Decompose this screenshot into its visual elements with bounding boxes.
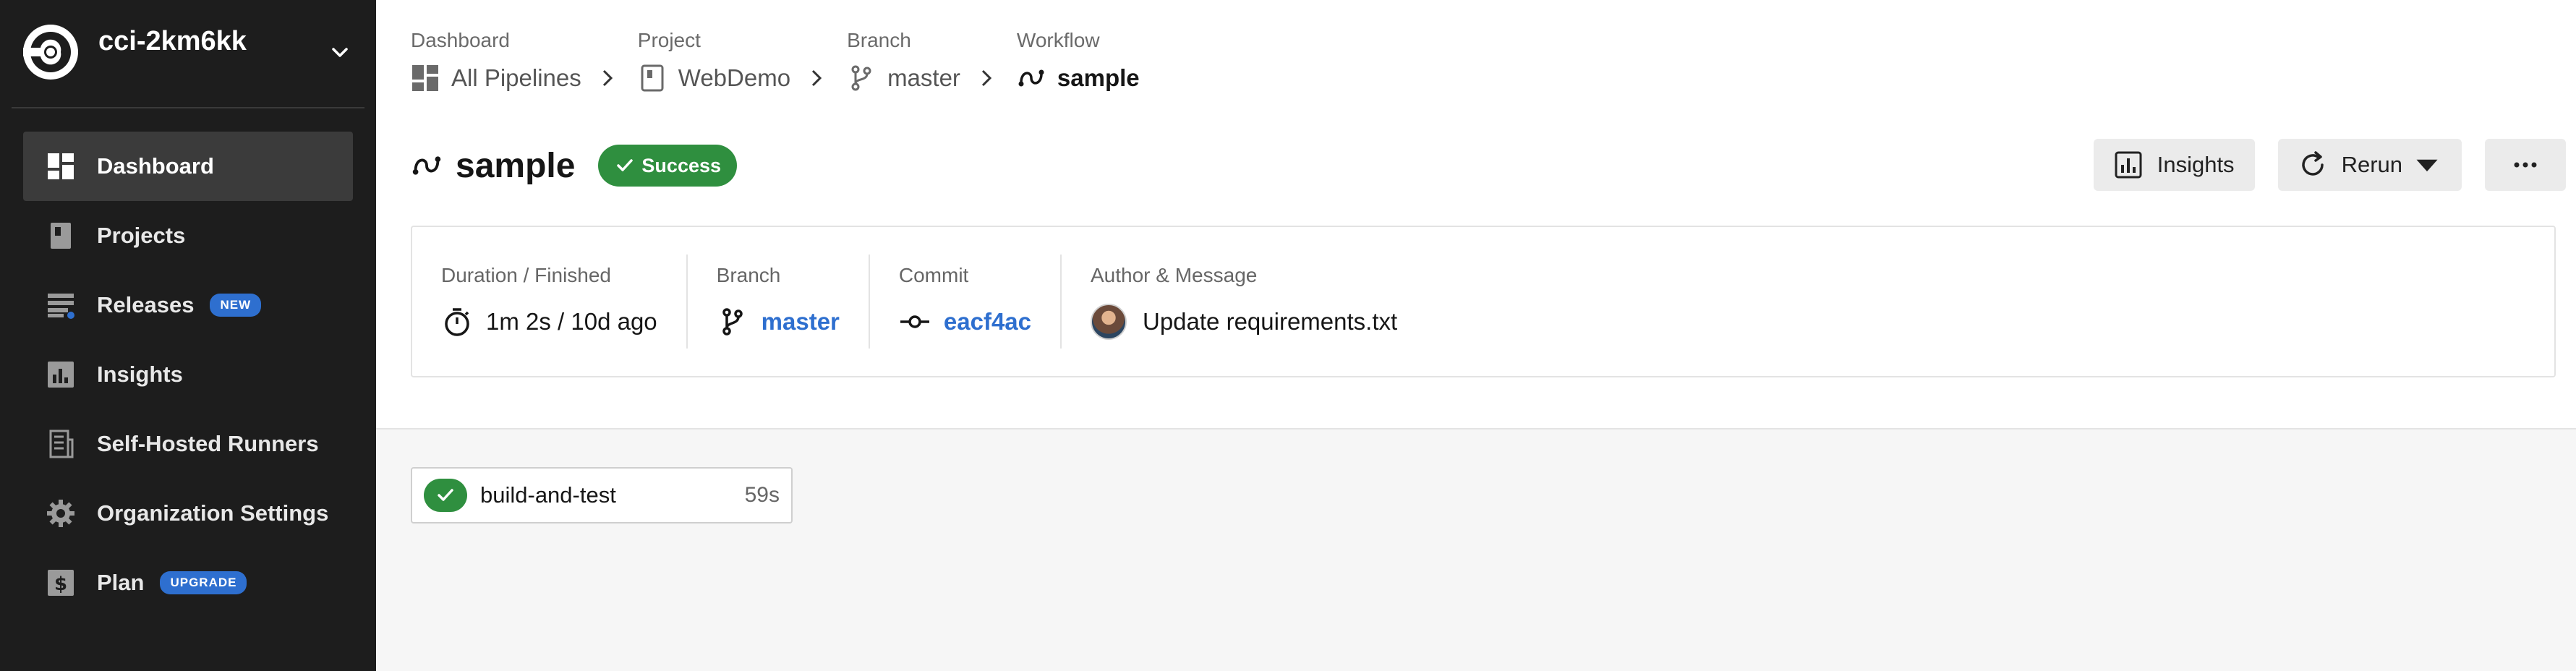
gear-icon xyxy=(46,499,75,528)
job-name: build-and-test xyxy=(480,482,616,508)
insights-icon xyxy=(2115,151,2142,179)
dashboard-icon xyxy=(46,152,75,181)
sidebar-item-label: Self-Hosted Runners xyxy=(97,431,319,456)
breadcrumb-caption: Project xyxy=(637,29,701,51)
page-title: sample xyxy=(456,146,576,185)
org-name: cci-2km6kk xyxy=(98,25,247,56)
branch-icon xyxy=(851,65,871,91)
duration-section: Duration / Finished 1m 2s / 10d ago xyxy=(412,255,688,349)
releases-icon xyxy=(46,291,75,320)
sidebar-item-label: Projects xyxy=(97,223,186,248)
sidebar-item-dashboard[interactable]: Dashboard xyxy=(23,132,353,201)
refresh-icon xyxy=(2301,151,2324,176)
sidebar-item-label: Releases xyxy=(97,292,195,317)
more-horizontal-icon xyxy=(2514,162,2537,168)
job-duration: 59s xyxy=(744,483,780,507)
breadcrumb: Dashboard All Pipelines Project WebDemo … xyxy=(411,26,1160,113)
circleci-logo-icon xyxy=(23,25,78,80)
sidebar-item-self-hosted-runners[interactable]: Self-Hosted Runners xyxy=(23,409,353,479)
breadcrumb-link-all-pipelines[interactable]: All Pipelines xyxy=(451,64,581,92)
caret-down-icon xyxy=(2416,159,2438,172)
commit-link[interactable]: eacf4ac xyxy=(944,308,1031,336)
branch-section: Branch master xyxy=(688,255,870,349)
workflow-icon xyxy=(412,156,441,175)
check-icon xyxy=(438,489,453,501)
rerun-button-label: Rerun xyxy=(2341,152,2402,177)
breadcrumb-branch: Branch master xyxy=(847,26,997,113)
branch-label: Branch xyxy=(716,264,781,286)
breadcrumb-caption: Branch xyxy=(847,29,911,51)
chevron-down-icon xyxy=(332,48,348,57)
insights-button-label: Insights xyxy=(2157,152,2235,177)
rerun-button[interactable]: Rerun xyxy=(2277,139,2462,191)
insights-button[interactable]: Insights xyxy=(2093,139,2255,191)
branch-icon xyxy=(722,308,743,336)
workflow-title-row: sample Success xyxy=(411,140,738,191)
upgrade-badge[interactable]: UPGRADE xyxy=(160,571,247,594)
workflow-details-card: Duration / Finished 1m 2s / 10d ago Bran… xyxy=(411,226,2556,377)
sidebar-divider xyxy=(12,107,364,108)
avatar xyxy=(1091,304,1127,340)
commit-section: Commit eacf4ac xyxy=(870,255,1062,349)
breadcrumb-link-project[interactable]: WebDemo xyxy=(678,64,790,92)
breadcrumb-dashboard: Dashboard All Pipelines xyxy=(411,26,618,113)
commit-label: Commit xyxy=(898,264,969,286)
commit-icon xyxy=(900,315,929,328)
chevron-right-icon xyxy=(812,69,822,87)
sidebar-item-projects[interactable]: Projects xyxy=(23,201,353,270)
breadcrumb-workflow: Workflow sample xyxy=(1017,26,1140,113)
header-actions: Insights Rerun xyxy=(2070,139,2566,191)
branch-link[interactable]: master xyxy=(762,308,840,336)
author-label: Author & Message xyxy=(1091,264,1258,286)
job-card[interactable]: build-and-test 59s xyxy=(411,467,793,523)
new-badge: NEW xyxy=(210,294,262,317)
insights-icon xyxy=(46,360,75,389)
breadcrumb-project: Project WebDemo xyxy=(638,26,827,113)
sidebar-item-label: Organization Settings xyxy=(97,500,329,526)
breadcrumb-caption: Workflow xyxy=(1016,29,1100,51)
sidebar-item-label: Insights xyxy=(97,362,183,387)
sidebar-item-insights[interactable]: Insights xyxy=(23,340,353,409)
workflow-header: Dashboard All Pipelines Project WebDemo … xyxy=(376,0,2576,429)
sidebar: cci-2km6kk Dashboard Projects Releases N… xyxy=(0,0,376,671)
duration-label: Duration / Finished xyxy=(441,264,612,286)
workflow-icon xyxy=(1018,69,1044,87)
commit-message: Update requirements.txt xyxy=(1143,308,1398,335)
chevron-right-icon xyxy=(981,69,992,87)
chevron-right-icon xyxy=(602,69,613,87)
svg-text:$: $ xyxy=(54,573,67,595)
breadcrumb-caption: Dashboard xyxy=(411,29,510,51)
project-icon xyxy=(641,64,664,92)
breadcrumb-current-workflow: sample xyxy=(1057,64,1140,91)
timer-icon xyxy=(445,308,469,336)
sidebar-item-releases[interactable]: Releases NEW xyxy=(23,270,353,340)
dashboard-icon xyxy=(412,65,438,91)
status-badge-label: Success xyxy=(641,154,722,176)
org-switcher[interactable]: cci-2km6kk xyxy=(22,22,362,82)
job-status-success xyxy=(424,479,467,512)
sidebar-item-label: Plan xyxy=(97,570,145,595)
project-icon xyxy=(46,221,75,250)
runner-icon xyxy=(46,429,75,458)
duration-value: 1m 2s / 10d ago xyxy=(486,308,657,335)
sidebar-item-plan[interactable]: $ Plan UPGRADE xyxy=(23,548,353,617)
more-options-button[interactable] xyxy=(2485,139,2566,191)
breadcrumb-link-branch[interactable]: master xyxy=(887,64,960,92)
sidebar-item-label: Dashboard xyxy=(97,153,214,179)
sidebar-nav: Dashboard Projects Releases NEW Insights xyxy=(23,132,353,617)
status-badge: Success xyxy=(598,145,738,187)
sidebar-item-organization-settings[interactable]: Organization Settings xyxy=(23,479,353,548)
author-section: Author & Message Update requirements.txt xyxy=(1062,255,1426,349)
check-icon xyxy=(617,159,634,171)
dollar-icon: $ xyxy=(46,568,75,597)
